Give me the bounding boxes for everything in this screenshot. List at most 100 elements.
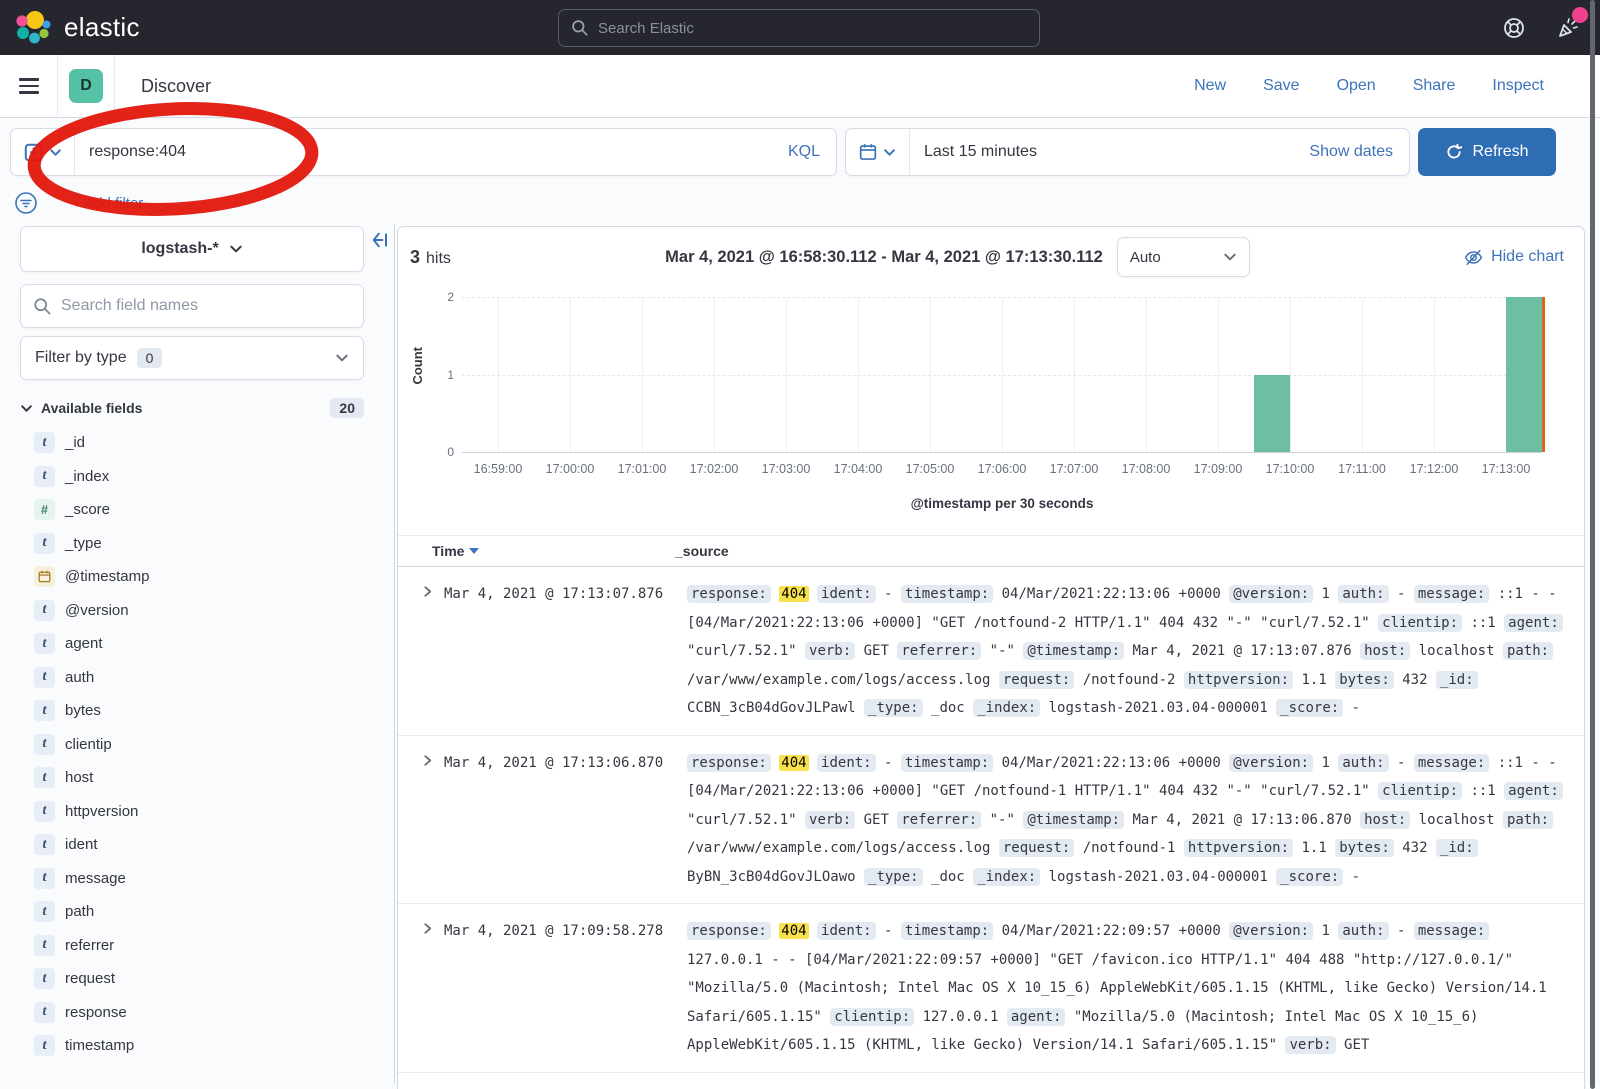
field-pill: agent: xyxy=(1504,782,1563,800)
filter-by-type-dropdown[interactable]: Filter by type 0 xyxy=(20,336,364,380)
field-pill: agent: xyxy=(1007,1008,1066,1026)
save-button[interactable]: Save xyxy=(1263,77,1299,95)
field-pill: message: xyxy=(1414,585,1489,603)
field-pill: _index: xyxy=(973,868,1040,886)
field-pill: timestamp: xyxy=(901,922,993,940)
current-time-marker xyxy=(1542,297,1545,452)
string-type-icon: t xyxy=(34,1002,55,1023)
calendar-icon xyxy=(859,143,877,161)
expand-row-icon[interactable] xyxy=(410,585,444,601)
field-name: response xyxy=(65,1004,127,1021)
time-column-header[interactable]: Time xyxy=(432,543,675,559)
open-button[interactable]: Open xyxy=(1337,77,1376,95)
field-item-response[interactable]: t response xyxy=(20,996,364,1030)
new-button[interactable]: New xyxy=(1194,77,1226,95)
field-item-referrer[interactable]: t referrer xyxy=(20,929,364,963)
field-item-message[interactable]: tmessage xyxy=(20,862,364,896)
row-timestamp: Mar 4, 2021 @ 17:13:06.870 xyxy=(444,749,687,777)
field-item-ident[interactable]: tident xyxy=(20,828,364,862)
field-name: timestamp xyxy=(65,1037,134,1054)
scrollbar[interactable] xyxy=(1590,0,1595,1089)
field-pill: @timestamp: xyxy=(1023,642,1124,660)
x-tick-label: 17:08:00 xyxy=(1110,462,1182,476)
date-type-icon xyxy=(34,566,55,587)
table-row: Mar 4, 2021 @ 17:13:07.876response: 404 … xyxy=(398,567,1584,736)
field-item-timestamp[interactable]: ttimestamp xyxy=(20,1029,364,1063)
field-item-auth[interactable]: tauth xyxy=(20,661,364,695)
field-item-_index[interactable]: t_index xyxy=(20,460,364,494)
query-language-button[interactable]: KQL xyxy=(788,143,836,161)
filter-icon[interactable] xyxy=(14,191,38,215)
field-pill: referrer: xyxy=(897,811,981,829)
field-pill: @version: xyxy=(1229,754,1313,772)
field-item-host[interactable]: thost xyxy=(20,761,364,795)
source-column-header: _source xyxy=(675,543,1584,559)
histogram-bar-17:09:30[interactable] xyxy=(1254,375,1290,453)
y-gridline xyxy=(462,297,1542,298)
highlight-404: 404 xyxy=(779,586,808,602)
hide-chart-button[interactable]: Hide chart xyxy=(1464,248,1564,267)
global-search-input[interactable]: Search Elastic xyxy=(558,9,1040,47)
histogram-bar-17:13:00[interactable] xyxy=(1506,297,1542,452)
field-name: referrer xyxy=(65,937,114,954)
date-quick-menu[interactable] xyxy=(846,129,910,175)
help-icon[interactable] xyxy=(1502,16,1526,40)
field-item-bytes[interactable]: tbytes xyxy=(20,694,364,728)
index-pattern-selector[interactable]: logstash-* xyxy=(20,226,364,272)
add-filter-button[interactable]: + Add filter xyxy=(72,195,143,212)
field-item-@version[interactable]: t@version xyxy=(20,594,364,628)
documents-table-body: Mar 4, 2021 @ 17:13:07.876response: 404 … xyxy=(398,567,1584,1073)
collapse-sidebar-icon[interactable] xyxy=(370,230,390,255)
elastic-logo[interactable]: elastic xyxy=(14,10,140,46)
refresh-label: Refresh xyxy=(1472,143,1528,161)
interval-select[interactable]: Auto xyxy=(1117,237,1250,277)
x-tick-label: 17:05:00 xyxy=(894,462,966,476)
field-pill: httpversion: xyxy=(1184,671,1293,689)
field-pill: timestamp: xyxy=(901,754,993,772)
field-item-request[interactable]: trequest xyxy=(20,962,364,996)
field-item-@timestamp[interactable]: @timestamp xyxy=(20,560,364,594)
chevron-down-icon xyxy=(229,242,243,256)
available-fields-header[interactable]: Available fields 20 xyxy=(20,398,364,418)
field-list: t_idt_index#_scoret _type @timestampt@vers… xyxy=(20,426,364,1063)
expand-row-icon[interactable] xyxy=(410,922,444,938)
string-type-icon: t xyxy=(34,533,55,554)
field-pill: request: xyxy=(999,839,1074,857)
string-type-icon: t xyxy=(34,935,55,956)
discover-app-badge[interactable]: D xyxy=(69,69,103,103)
saved-query-menu[interactable] xyxy=(11,129,75,175)
field-item-path[interactable]: tpath xyxy=(20,895,364,929)
field-name: request xyxy=(65,970,115,987)
refresh-icon xyxy=(1445,143,1463,161)
field-search-placeholder: Search field names xyxy=(61,297,198,315)
field-item-clientip[interactable]: tclientip xyxy=(20,728,364,762)
field-name: _type xyxy=(65,535,102,552)
field-pill: httpversion: xyxy=(1184,839,1293,857)
menu-icon[interactable] xyxy=(0,78,57,94)
x-tick-label: 17:12:00 xyxy=(1398,462,1470,476)
share-button[interactable]: Share xyxy=(1413,77,1456,95)
x-tick-label: 17:04:00 xyxy=(822,462,894,476)
available-fields-count: 20 xyxy=(330,398,364,418)
field-item-agent[interactable]: tagent xyxy=(20,627,364,661)
field-search-input[interactable]: Search field names xyxy=(20,284,364,328)
field-item-httpversion[interactable]: thttpversion xyxy=(20,795,364,829)
brand-wordmark: elastic xyxy=(64,12,140,43)
field-pill: @version: xyxy=(1229,922,1313,940)
string-type-icon: t xyxy=(34,801,55,822)
query-input[interactable]: response:404 xyxy=(75,143,788,161)
field-pill: path: xyxy=(1503,642,1553,660)
histogram-chart: 16:59:0017:00:0017:01:0017:02:0017:03:00… xyxy=(398,283,1584,521)
newsfeed-icon[interactable] xyxy=(1556,16,1580,40)
inspect-button[interactable]: Inspect xyxy=(1492,77,1544,95)
refresh-button[interactable]: Refresh xyxy=(1418,128,1556,176)
expand-row-icon[interactable] xyxy=(410,754,444,770)
time-range-value[interactable]: Last 15 minutes xyxy=(910,143,1037,161)
field-item-_type[interactable]: t _type xyxy=(20,527,364,561)
show-dates-button[interactable]: Show dates xyxy=(1309,143,1409,161)
field-item-_id[interactable]: t_id xyxy=(20,426,364,460)
filter-by-type-label: Filter by type xyxy=(35,349,127,367)
string-type-icon: t xyxy=(34,667,55,688)
field-item-_score[interactable]: #_score xyxy=(20,493,364,527)
chevron-down-icon xyxy=(20,402,33,415)
